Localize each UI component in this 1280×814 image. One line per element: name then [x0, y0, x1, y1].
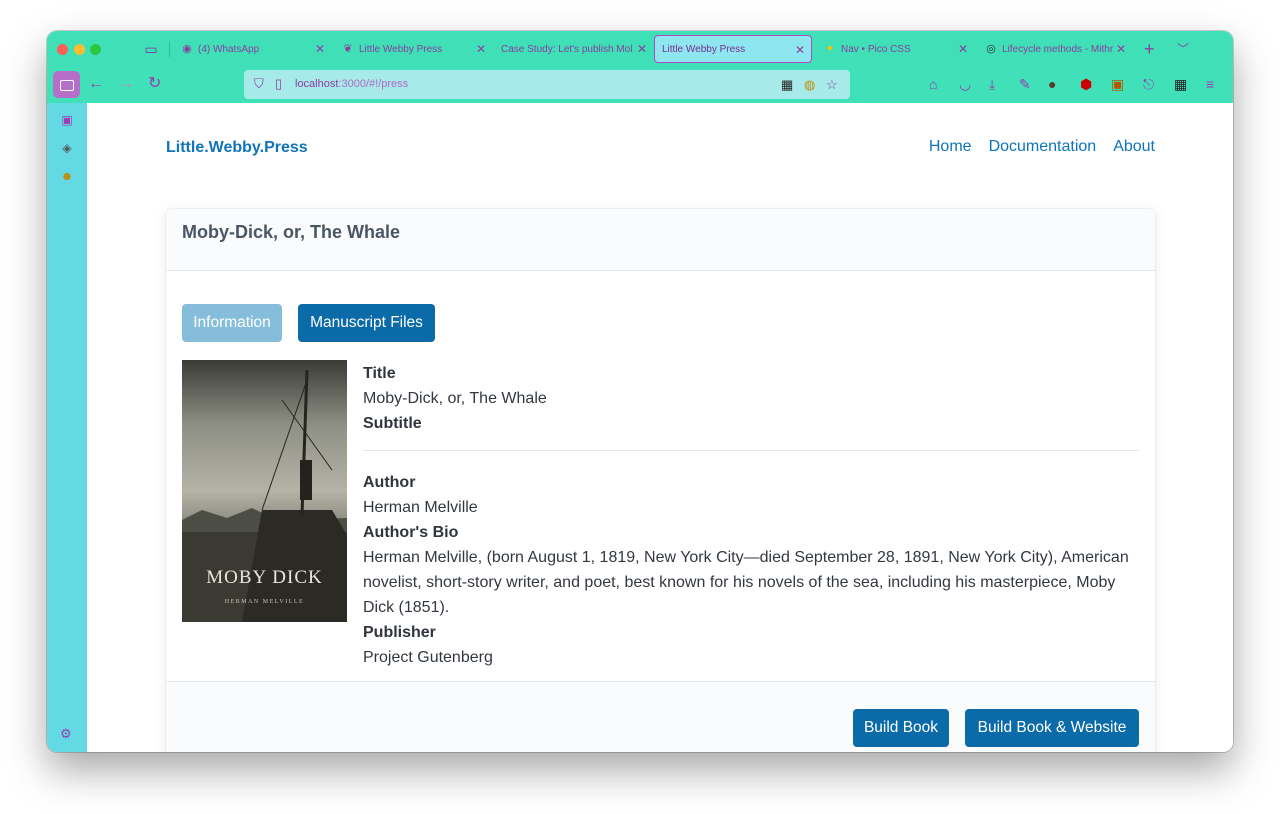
- subtitle-label: Subtitle: [363, 415, 422, 432]
- tab-case-study[interactable]: Case Study: Let's publish Mol ✕: [493, 35, 653, 63]
- site-nav: Home Documentation About: [929, 138, 1155, 156]
- url-host: localhost: [295, 78, 339, 90]
- book-header-title: Moby-Dick, or, The Whale: [182, 222, 401, 242]
- cover-author-text: HERMAN MELVILLE: [224, 599, 305, 605]
- sidebar-bookmarks-icon[interactable]: ▣: [60, 113, 74, 127]
- tab-separator: [169, 41, 170, 57]
- nav-link-about[interactable]: About: [1113, 138, 1155, 156]
- avatar-extension-icon[interactable]: ●: [1048, 75, 1056, 93]
- url-text[interactable]: localhost:3000/#!/press: [295, 78, 408, 90]
- reload-icon[interactable]: ↻: [148, 75, 161, 93]
- settings-gear-icon[interactable]: ⚙: [60, 726, 72, 742]
- tab-overview-icon[interactable]: ▭: [143, 41, 159, 57]
- tab-title: Lifecycle methods - Mithr: [1002, 43, 1114, 55]
- ublock-icon[interactable]: ⬢: [1080, 75, 1092, 93]
- extension-badge-icon[interactable]: ◍: [804, 77, 815, 93]
- bio-value: Herman Melville, (born August 1, 1819, N…: [363, 549, 1129, 616]
- maximize-window-button[interactable]: [90, 44, 101, 55]
- whatsapp-icon: ◉: [182, 43, 192, 55]
- share-icon[interactable]: ⎋: [1143, 75, 1154, 93]
- back-arrow-icon[interactable]: ←: [88, 75, 104, 93]
- tab-little-webby-press-active[interactable]: Little Webby Press ✕: [654, 35, 812, 63]
- build-book-website-button[interactable]: Build Book & Website: [965, 709, 1139, 747]
- shield-icon[interactable]: ⛉: [254, 76, 264, 92]
- hamburger-menu-icon[interactable]: ≡: [1206, 75, 1214, 93]
- tab-pico-css[interactable]: ✦ Nav • Pico CSS ✕: [814, 35, 974, 63]
- browser-sidebar: ▣ ◈ ☻ ⚙: [47, 103, 87, 752]
- card-header: Moby-Dick, or, The Whale: [166, 209, 1155, 271]
- nav-link-documentation[interactable]: Documentation: [989, 138, 1097, 156]
- new-tab-icon[interactable]: +: [1144, 39, 1155, 60]
- publisher-label: Publisher: [363, 624, 436, 641]
- home-icon[interactable]: ⌂: [929, 75, 937, 93]
- browser-window: ▭ ◉ (4) WhatsApp ✕ ❦ Little Webby Press …: [47, 31, 1233, 752]
- book-cover-image: MOBY DICK HERMAN MELVILLE: [182, 360, 347, 622]
- tab-title: (4) WhatsApp: [198, 43, 260, 55]
- url-path: :3000/#!/press: [338, 78, 409, 90]
- book-card: Moby-Dick, or, The Whale Information Man…: [166, 209, 1155, 752]
- forward-arrow-icon[interactable]: →: [118, 75, 134, 93]
- screenshot-extension-icon[interactable]: ▣: [1111, 75, 1124, 93]
- leaf-icon: ❦: [343, 43, 353, 55]
- pocket-icon[interactable]: ◡: [959, 75, 971, 93]
- download-icon[interactable]: ⤓: [989, 75, 995, 93]
- wrench-icon[interactable]: ✎: [1019, 75, 1031, 93]
- qr-code-icon[interactable]: ▦: [781, 77, 793, 93]
- address-bar[interactable]: ⛉ ▯ localhost:3000/#!/press ▦ ◍ ☆: [244, 70, 850, 99]
- sidebar-toggle-icon[interactable]: [53, 71, 80, 98]
- publisher-value: Project Gutenberg: [363, 649, 493, 666]
- section-divider: [363, 450, 1139, 451]
- close-tab-icon[interactable]: ✕: [315, 42, 325, 56]
- tab-title: Nav • Pico CSS: [841, 43, 911, 55]
- close-tab-icon[interactable]: ✕: [1116, 42, 1126, 56]
- extensions-grid-icon[interactable]: ▦: [1174, 75, 1187, 93]
- information-tab-button[interactable]: Information: [182, 304, 282, 342]
- cover-title-text: MOBY DICK: [206, 567, 323, 588]
- tab-title: Little Webby Press: [359, 43, 443, 55]
- book-information: Title Moby-Dick, or, The Whale Subtitle …: [363, 361, 1139, 670]
- tab-title: Little Webby Press: [662, 43, 746, 55]
- manuscript-files-tab-button[interactable]: Manuscript Files: [298, 304, 435, 342]
- title-label: Title: [363, 365, 396, 382]
- page-content: Little.Webby.Press Home Documentation Ab…: [87, 103, 1233, 752]
- minimize-window-button[interactable]: [74, 44, 85, 55]
- page-icon: ▯: [275, 76, 283, 91]
- sparkle-icon: ✦: [825, 43, 835, 55]
- tab-mithril[interactable]: ◎ Lifecycle methods - Mithr ✕: [975, 35, 1132, 63]
- author-value: Herman Melville: [363, 499, 478, 516]
- tab-little-webby-press-1[interactable]: ❦ Little Webby Press ✕: [332, 35, 492, 63]
- chevron-down-icon[interactable]: ﹀: [1177, 40, 1189, 57]
- tab-bar: ▭ ◉ (4) WhatsApp ✕ ❦ Little Webby Press …: [47, 31, 1233, 67]
- bio-label: Author's Bio: [363, 524, 459, 541]
- bookmark-star-icon[interactable]: ☆: [826, 77, 838, 93]
- close-tab-icon[interactable]: ✕: [637, 42, 647, 56]
- tab-whatsapp[interactable]: ◉ (4) WhatsApp ✕: [171, 35, 331, 63]
- close-tab-icon[interactable]: ✕: [958, 42, 968, 56]
- navigation-toolbar: ← → ↻ ⛉ ▯ localhost:3000/#!/press ▦ ◍ ☆ …: [47, 67, 1233, 103]
- close-window-button[interactable]: [57, 44, 68, 55]
- card-footer: Build Book Build Book & Website: [166, 681, 1155, 752]
- title-value: Moby-Dick, or, The Whale: [363, 390, 547, 407]
- close-tab-icon[interactable]: ✕: [476, 42, 486, 56]
- mithril-icon: ◎: [986, 43, 996, 55]
- tab-title: Case Study: Let's publish Mol: [501, 43, 633, 55]
- build-book-button[interactable]: Build Book: [853, 709, 949, 747]
- sidebar-extension-icon[interactable]: ◈: [60, 141, 74, 155]
- nav-link-home[interactable]: Home: [929, 138, 972, 156]
- author-label: Author: [363, 474, 416, 491]
- site-brand-link[interactable]: Little.Webby.Press: [166, 139, 308, 157]
- sidebar-avatar-icon[interactable]: ☻: [60, 169, 74, 183]
- close-tab-icon[interactable]: ✕: [795, 43, 805, 57]
